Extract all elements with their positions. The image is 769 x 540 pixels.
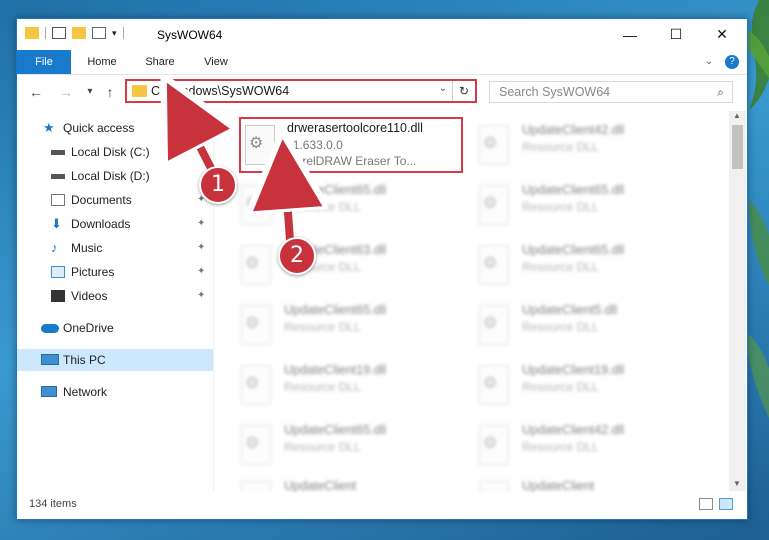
step-2-badge: 2 bbox=[278, 237, 316, 275]
arrow-1 bbox=[182, 112, 212, 172]
arrow-2 bbox=[285, 172, 290, 241]
callout-arrows bbox=[0, 0, 769, 246]
step-1-badge: 1 bbox=[199, 166, 237, 204]
